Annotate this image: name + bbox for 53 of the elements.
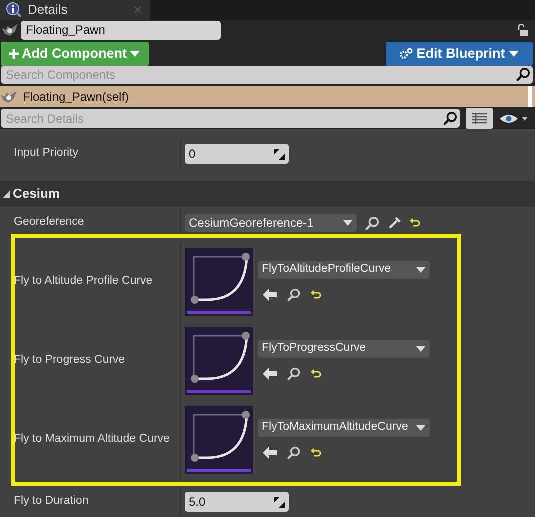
property-label: Fly to Progress Curve <box>14 352 126 368</box>
drag-handle-icon[interactable] <box>274 496 285 508</box>
unlocked-padlock-icon[interactable] <box>517 24 529 37</box>
number-field[interactable]: 0 <box>185 144 289 164</box>
asset-dropdown[interactable]: CesiumGeoreference-1 <box>185 214 357 232</box>
curve-thumbnail-icon <box>185 406 253 474</box>
number-field[interactable]: 5.0 <box>185 492 289 512</box>
plus-icon <box>9 48 19 59</box>
info-icon <box>6 2 22 18</box>
asset-dropdown[interactable]: FlyToAltitudeProfileCurve <box>258 260 430 278</box>
property-label: Georeference <box>14 215 84 230</box>
property-label: Fly to Maximum Altitude Curve <box>14 432 170 447</box>
property-label: Fly to Duration <box>14 494 89 510</box>
edit-blueprint-button[interactable]: Edit Blueprint <box>386 42 533 66</box>
caret-icon <box>416 424 426 430</box>
actor-icon <box>2 24 18 36</box>
browse-icon <box>287 446 301 460</box>
details-tab[interactable]: Details <box>0 0 150 20</box>
asset-dropdown[interactable]: FlyToProgressCurve <box>258 340 430 358</box>
caret-icon <box>509 50 520 57</box>
left-arrow-icon[interactable] <box>263 446 277 458</box>
grid-icon <box>472 113 487 124</box>
search-icon <box>516 67 531 82</box>
reset-arrow-icon[interactable] <box>311 290 321 300</box>
details-search-field[interactable]: Search Details <box>1 109 460 128</box>
asset-dropdown[interactable]: FlyToMaximumAltitudeCurve <box>258 418 430 436</box>
curve-thumbnail-icon <box>185 326 253 394</box>
scrollbar-thumb[interactable] <box>525 86 535 108</box>
component-search-field[interactable]: Search Components <box>1 66 533 84</box>
curve-thumbnail-icon <box>185 248 253 316</box>
category-header[interactable]: Cesium <box>0 181 535 207</box>
expander-icon <box>3 190 10 198</box>
caret-icon <box>130 50 140 57</box>
drag-handle-icon[interactable] <box>274 148 285 160</box>
component-item[interactable]: Floating_Pawn(self) <box>0 86 525 108</box>
browse-icon <box>365 216 380 230</box>
left-arrow-icon[interactable] <box>263 368 277 380</box>
browse-icon <box>287 288 301 302</box>
caret-icon <box>416 266 426 272</box>
caret-icon <box>416 346 426 352</box>
actor-icon <box>1 90 17 103</box>
eye-icon[interactable] <box>499 112 529 124</box>
reset-arrow-icon[interactable] <box>410 218 420 228</box>
search-icon <box>443 111 458 126</box>
property-label: Fly to Altitude Profile Curve <box>14 274 153 289</box>
reset-arrow-icon[interactable] <box>311 448 321 458</box>
property-matrix-button[interactable] <box>466 108 493 129</box>
property-label: Input Priority <box>14 146 79 162</box>
actor-name-field[interactable]: Floating_Pawn <box>21 20 221 40</box>
caret-icon <box>343 220 353 226</box>
browse-icon <box>287 366 301 380</box>
left-arrow-icon[interactable] <box>263 288 277 300</box>
reset-arrow-icon[interactable] <box>311 368 321 378</box>
